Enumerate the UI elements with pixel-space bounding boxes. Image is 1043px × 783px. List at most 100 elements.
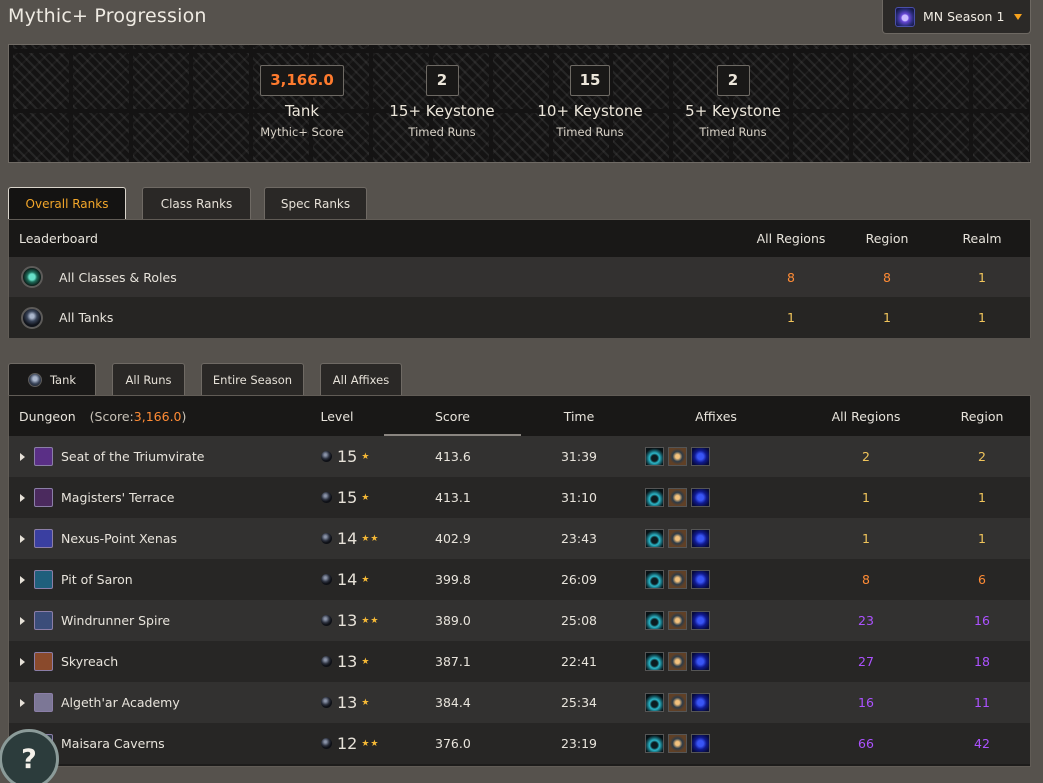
tab-tank[interactable]: Tank (8, 363, 96, 395)
runs-table: Dungeon (Score: 3,166.0 ) Level Score Ti… (8, 395, 1031, 767)
tab-class-ranks[interactable]: Class Ranks (142, 187, 251, 220)
tab-overall-ranks[interactable]: Overall Ranks (8, 187, 126, 220)
affix-icon[interactable] (691, 488, 710, 507)
header-all-regions[interactable]: All Regions (806, 396, 926, 436)
expand-icon-wrap[interactable] (20, 682, 25, 723)
tab-spec-ranks[interactable]: Spec Ranks (264, 187, 367, 220)
run-time: 25:34 (560, 695, 598, 710)
summary-banner: 3,166.0 Tank Mythic+ Score 2 15+ Keyston… (8, 44, 1031, 163)
affix-icon[interactable] (668, 693, 687, 712)
season-select[interactable]: MN Season 1 (882, 0, 1031, 34)
expand-icon-wrap[interactable] (20, 600, 25, 641)
affix-icon[interactable] (645, 570, 664, 589)
stat-value: 3,166.0 (260, 65, 344, 96)
affix-icon[interactable] (691, 693, 710, 712)
affix-icon[interactable] (691, 570, 710, 589)
run-row[interactable]: Windrunner Spire 13 ★★ 389.0 25:08 23 16 (9, 600, 1030, 641)
affix-icon[interactable] (668, 529, 687, 548)
rank-region: 2 (978, 449, 986, 464)
expand-icon-wrap[interactable] (20, 436, 25, 477)
dungeon-name[interactable]: Windrunner Spire (61, 600, 170, 641)
affix-icon[interactable] (691, 652, 710, 671)
affix-icon[interactable] (668, 652, 687, 671)
affix-icon[interactable] (691, 529, 710, 548)
affix-icon[interactable] (645, 529, 664, 548)
run-row[interactable]: Maisara Caverns 12 ★★ 376.0 23:19 66 42 (9, 723, 1030, 764)
tank-icon (27, 372, 42, 387)
affix-icon[interactable] (645, 488, 664, 507)
expand-icon-wrap[interactable] (20, 559, 25, 600)
dungeon-name[interactable]: Nexus-Point Xenas (61, 518, 177, 559)
rank-region: 1 (978, 490, 986, 505)
dungeon-icon (34, 447, 53, 466)
run-row[interactable]: Seat of the Triumvirate 15 ★ 413.6 31:39 2 2 (9, 436, 1030, 477)
expand-icon-wrap[interactable] (20, 518, 25, 559)
dungeon-icon (34, 611, 53, 630)
run-row[interactable]: Skyreach 13 ★ 387.1 22:41 27 18 (9, 641, 1030, 682)
help-button[interactable]: ? (0, 729, 59, 783)
header-region: Region (865, 231, 909, 246)
header-leaderboard: Leaderboard (19, 231, 98, 246)
stat-sublabel: Timed Runs (408, 125, 476, 139)
chevron-right-icon[interactable] (20, 657, 25, 666)
tab-all-affixes[interactable]: All Affixes (320, 363, 402, 395)
page-title: Mythic+ Progression (8, 5, 207, 27)
keystone-icon (321, 533, 332, 544)
affix-icon[interactable] (645, 734, 664, 753)
expand-icon-wrap[interactable] (20, 477, 25, 518)
header-time[interactable]: Time (529, 396, 629, 436)
tab-entire-season[interactable]: Entire Season (201, 363, 304, 395)
header-region[interactable]: Region (932, 396, 1030, 436)
dungeon-name[interactable]: Pit of Saron (61, 559, 133, 600)
level-value: 13 (337, 611, 358, 630)
header-level[interactable]: Level (292, 396, 382, 436)
run-score: 384.4 (435, 695, 471, 710)
chevron-right-icon[interactable] (20, 575, 25, 584)
affix-icon[interactable] (645, 652, 664, 671)
rank-region: 16 (974, 613, 990, 628)
run-score: 413.6 (435, 449, 471, 464)
affix-icons (645, 477, 714, 518)
row-label: All Classes & Roles (59, 269, 177, 285)
expand-icon-wrap[interactable] (20, 641, 25, 682)
dungeon-name[interactable]: Seat of the Triumvirate (61, 436, 204, 477)
affix-icons (645, 682, 714, 723)
dungeon-name[interactable]: Magisters' Terrace (61, 477, 175, 518)
rank-all-regions: 8 (862, 572, 870, 587)
keystone-icon (321, 492, 332, 503)
chevron-right-icon[interactable] (20, 493, 25, 502)
affix-icon[interactable] (645, 693, 664, 712)
rank-region: 1 (978, 531, 986, 546)
dungeon-name[interactable]: Algeth'ar Academy (61, 682, 180, 723)
run-row[interactable]: Magisters' Terrace 15 ★ 413.1 31:10 1 1 (9, 477, 1030, 518)
affix-icon[interactable] (668, 570, 687, 589)
affix-icon[interactable] (668, 734, 687, 753)
affix-icon[interactable] (668, 488, 687, 507)
chevron-right-icon[interactable] (20, 534, 25, 543)
rank-all-regions: 27 (858, 654, 874, 669)
chevron-right-icon[interactable] (20, 698, 25, 707)
chevron-right-icon[interactable] (20, 616, 25, 625)
header-score[interactable]: Score (384, 396, 521, 436)
chevron-right-icon[interactable] (20, 452, 25, 461)
dungeon-icon-wrap (34, 518, 53, 559)
run-row[interactable]: Nexus-Point Xenas 14 ★★ 402.9 23:43 1 1 (9, 518, 1030, 559)
affix-icon[interactable] (645, 447, 664, 466)
dungeon-name[interactable]: Skyreach (61, 641, 118, 682)
star-icon: ★ (361, 697, 371, 708)
run-row[interactable]: Pit of Saron 14 ★ 399.8 26:09 8 6 (9, 559, 1030, 600)
stat-value: 15 (569, 65, 611, 96)
affix-icon[interactable] (691, 611, 710, 630)
affix-icon[interactable] (691, 734, 710, 753)
affix-icon[interactable] (668, 447, 687, 466)
run-row[interactable]: Algeth'ar Academy 13 ★ 384.4 25:34 16 11 (9, 682, 1030, 723)
run-score: 387.1 (435, 654, 471, 669)
tab-all-runs[interactable]: All Runs (112, 363, 185, 395)
affix-icon[interactable] (645, 611, 664, 630)
affix-icon[interactable] (691, 447, 710, 466)
dungeon-name[interactable]: Maisara Caverns (61, 723, 165, 764)
table-header: Leaderboard All Regions Region Realm (9, 220, 1030, 257)
affix-icon[interactable] (668, 611, 687, 630)
level-value: 12 (337, 734, 358, 753)
affix-icons (645, 641, 714, 682)
